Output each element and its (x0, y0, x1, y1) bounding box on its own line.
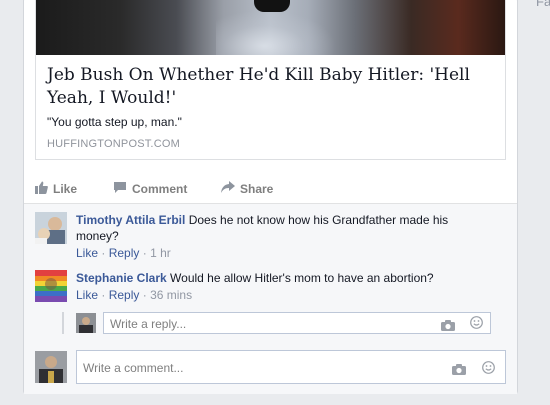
comment-reply-link[interactable]: Reply (109, 288, 140, 302)
link-title[interactable]: Jeb Bush On Whether He'd Kill Baby Hitle… (47, 64, 497, 110)
comment-placeholder: Write a comment... (83, 361, 184, 375)
comment-reply-link[interactable]: Reply (109, 246, 140, 260)
share-arrow-icon (221, 181, 235, 196)
comment-author[interactable]: Timothy Attila Erbil (76, 213, 185, 227)
meta-separator: · (142, 246, 147, 260)
shirt-detail (216, 10, 336, 55)
commenter-avatar[interactable] (35, 270, 67, 302)
comment-bubble-icon (113, 181, 127, 197)
link-preview-image[interactable] (36, 0, 505, 55)
link-description: "You gotta step up, man." (47, 115, 182, 129)
commenter-avatar[interactable] (35, 212, 67, 244)
current-user-avatar (35, 351, 67, 383)
like-button[interactable]: Like (35, 181, 77, 197)
camera-icon[interactable] (441, 318, 455, 331)
current-user-avatar (76, 313, 96, 333)
comment-label: Comment (132, 182, 188, 196)
reply-thread-line (62, 312, 64, 334)
meta-separator: · (101, 288, 106, 302)
comment-time[interactable]: 1 hr (150, 246, 171, 260)
smiley-icon[interactable] (470, 316, 483, 329)
comment-meta: Like · Reply · 36 mins (76, 287, 496, 303)
link-domain: HUFFINGTONPOST.COM (47, 138, 180, 150)
reply-composer: Write a reply... (62, 312, 492, 334)
comment-button[interactable]: Comment (113, 181, 187, 197)
comment-composer: Write a comment... (35, 350, 506, 384)
reply-input[interactable]: Write a reply... (103, 312, 491, 334)
comment-author[interactable]: Stephanie Clark (76, 271, 167, 285)
meta-separator: · (142, 288, 147, 302)
link-preview[interactable]: Jeb Bush On Whether He'd Kill Baby Hitle… (35, 0, 506, 160)
share-label: Share (240, 181, 274, 196)
comment-meta: Like · Reply · 1 hr (76, 245, 476, 261)
share-button[interactable]: Share (221, 181, 273, 196)
comment-time[interactable]: 36 mins (150, 288, 192, 302)
meta-separator: · (101, 246, 106, 260)
sidebar-cut-text: Fa (536, 0, 550, 9)
comment-input[interactable]: Write a comment... (76, 350, 506, 384)
reply-placeholder: Write a reply... (110, 317, 187, 331)
comment-like-link[interactable]: Like (76, 288, 98, 302)
camera-icon[interactable] (452, 362, 466, 375)
smiley-icon[interactable] (482, 361, 495, 374)
comment-like-link[interactable]: Like (76, 246, 98, 260)
microphone-detail (254, 0, 290, 12)
comment-text: Would he allow Hitler's mom to have an a… (170, 271, 434, 285)
like-label: Like (53, 182, 78, 196)
like-thumb-icon (35, 181, 48, 197)
